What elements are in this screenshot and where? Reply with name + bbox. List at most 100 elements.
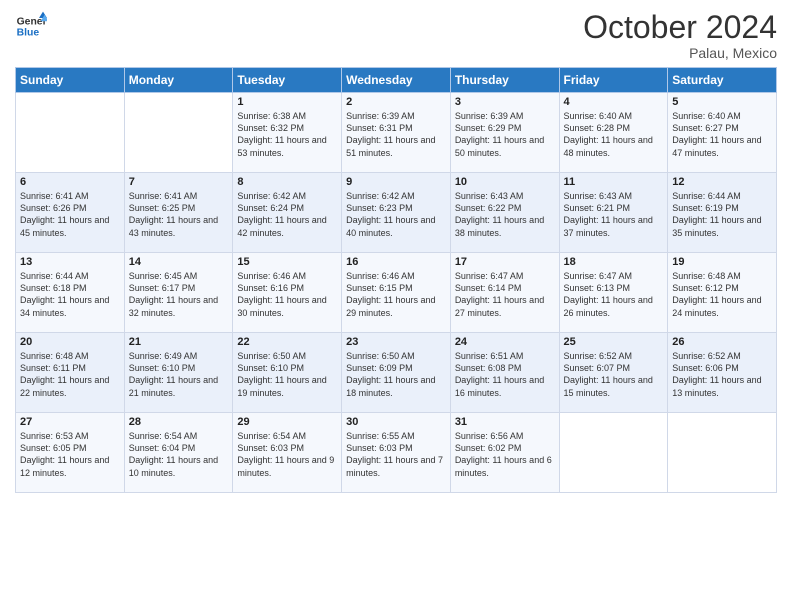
calendar-cell: 9 Sunrise: 6:42 AM Sunset: 6:23 PM Daylig… (342, 173, 451, 253)
calendar-cell: 13 Sunrise: 6:44 AM Sunset: 6:18 PM Dayli… (16, 253, 125, 333)
calendar-cell: 31 Sunrise: 6:56 AM Sunset: 6:02 PM Dayli… (450, 413, 559, 493)
cell-info: Sunrise: 6:48 AM Sunset: 6:11 PM Dayligh… (20, 350, 120, 399)
month-title: October 2024 (583, 10, 777, 45)
day-number: 27 (20, 416, 120, 428)
calendar-cell: 30 Sunrise: 6:55 AM Sunset: 6:03 PM Dayli… (342, 413, 451, 493)
cell-info: Sunrise: 6:43 AM Sunset: 6:21 PM Dayligh… (564, 190, 664, 239)
day-number: 13 (20, 256, 120, 268)
week-row: 27 Sunrise: 6:53 AM Sunset: 6:05 PM Dayli… (16, 413, 777, 493)
cell-info: Sunrise: 6:52 AM Sunset: 6:06 PM Dayligh… (672, 350, 772, 399)
cell-info: Sunrise: 6:38 AM Sunset: 6:32 PM Dayligh… (237, 110, 337, 159)
day-header-wednesday: Wednesday (342, 68, 451, 93)
calendar-cell: 19Sunrise: 6:48 AM Sunset: 6:12 PM Dayli… (668, 253, 777, 333)
header-row: SundayMondayTuesdayWednesdayThursdayFrid… (16, 68, 777, 93)
day-number: 26 (672, 336, 772, 348)
day-number: 23 (346, 336, 446, 348)
week-row: 20 Sunrise: 6:48 AM Sunset: 6:11 PM Dayli… (16, 333, 777, 413)
calendar-cell: 14Sunrise: 6:45 AM Sunset: 6:17 PM Dayli… (124, 253, 233, 333)
cell-info: Sunrise: 6:54 AM Sunset: 6:03 PM Dayligh… (237, 430, 337, 479)
day-number: 2 (346, 96, 446, 108)
cell-info: Sunrise: 6:44 AM Sunset: 6:19 PM Dayligh… (672, 190, 772, 239)
day-header-sunday: Sunday (16, 68, 125, 93)
logo-icon: General Blue (15, 10, 47, 42)
cell-info: Sunrise: 6:54 AM Sunset: 6:04 PM Dayligh… (129, 430, 229, 479)
day-header-tuesday: Tuesday (233, 68, 342, 93)
day-number: 7 (129, 176, 229, 188)
calendar-cell: 24Sunrise: 6:51 AM Sunset: 6:08 PM Dayli… (450, 333, 559, 413)
svg-text:Blue: Blue (17, 28, 40, 39)
day-number: 31 (455, 416, 555, 428)
calendar-cell: 22 Sunrise: 6:50 AM Sunset: 6:10 PM Dayli… (233, 333, 342, 413)
calendar-cell: 10 Sunrise: 6:43 AM Sunset: 6:22 PM Dayli… (450, 173, 559, 253)
cell-info: Sunrise: 6:48 AM Sunset: 6:12 PM Dayligh… (672, 270, 772, 319)
header: General Blue October 2024 Palau, Mexico (15, 10, 777, 61)
day-number: 15 (237, 256, 337, 268)
day-number: 11 (564, 176, 664, 188)
day-number: 25 (564, 336, 664, 348)
calendar-cell (559, 413, 668, 493)
cell-info: Sunrise: 6:39 AM Sunset: 6:29 PM Dayligh… (455, 110, 555, 159)
calendar-cell: 1 Sunrise: 6:38 AM Sunset: 6:32 PM Daylig… (233, 93, 342, 173)
logo: General Blue (15, 10, 47, 42)
cell-info: Sunrise: 6:40 AM Sunset: 6:28 PM Dayligh… (564, 110, 664, 159)
day-number: 10 (455, 176, 555, 188)
calendar-cell: 11 Sunrise: 6:43 AM Sunset: 6:21 PM Dayli… (559, 173, 668, 253)
calendar-cell: 7Sunrise: 6:41 AM Sunset: 6:25 PM Daylig… (124, 173, 233, 253)
day-header-friday: Friday (559, 68, 668, 93)
cell-info: Sunrise: 6:56 AM Sunset: 6:02 PM Dayligh… (455, 430, 555, 479)
cell-info: Sunrise: 6:47 AM Sunset: 6:13 PM Dayligh… (564, 270, 664, 319)
day-number: 3 (455, 96, 555, 108)
calendar-cell (16, 93, 125, 173)
day-number: 18 (564, 256, 664, 268)
cell-info: Sunrise: 6:55 AM Sunset: 6:03 PM Dayligh… (346, 430, 446, 479)
calendar-cell: 23Sunrise: 6:50 AM Sunset: 6:09 PM Dayli… (342, 333, 451, 413)
cell-info: Sunrise: 6:52 AM Sunset: 6:07 PM Dayligh… (564, 350, 664, 399)
calendar-cell: 21Sunrise: 6:49 AM Sunset: 6:10 PM Dayli… (124, 333, 233, 413)
day-header-monday: Monday (124, 68, 233, 93)
cell-info: Sunrise: 6:46 AM Sunset: 6:15 PM Dayligh… (346, 270, 446, 319)
day-number: 29 (237, 416, 337, 428)
calendar-cell: 28 Sunrise: 6:54 AM Sunset: 6:04 PM Dayli… (124, 413, 233, 493)
calendar-cell: 16Sunrise: 6:46 AM Sunset: 6:15 PM Dayli… (342, 253, 451, 333)
calendar-cell: 5Sunrise: 6:40 AM Sunset: 6:27 PM Daylig… (668, 93, 777, 173)
day-number: 22 (237, 336, 337, 348)
cell-info: Sunrise: 6:39 AM Sunset: 6:31 PM Dayligh… (346, 110, 446, 159)
day-number: 5 (672, 96, 772, 108)
cell-info: Sunrise: 6:50 AM Sunset: 6:10 PM Dayligh… (237, 350, 337, 399)
day-number: 20 (20, 336, 120, 348)
cell-info: Sunrise: 6:43 AM Sunset: 6:22 PM Dayligh… (455, 190, 555, 239)
calendar-cell: 18 Sunrise: 6:47 AM Sunset: 6:13 PM Dayli… (559, 253, 668, 333)
cell-info: Sunrise: 6:42 AM Sunset: 6:23 PM Dayligh… (346, 190, 446, 239)
calendar-cell: 6Sunrise: 6:41 AM Sunset: 6:26 PM Daylig… (16, 173, 125, 253)
subtitle: Palau, Mexico (583, 45, 777, 61)
cell-info: Sunrise: 6:46 AM Sunset: 6:16 PM Dayligh… (237, 270, 337, 319)
cell-info: Sunrise: 6:53 AM Sunset: 6:05 PM Dayligh… (20, 430, 120, 479)
day-number: 12 (672, 176, 772, 188)
day-number: 9 (346, 176, 446, 188)
day-number: 6 (20, 176, 120, 188)
calendar-cell: 2 Sunrise: 6:39 AM Sunset: 6:31 PM Daylig… (342, 93, 451, 173)
calendar-cell: 27 Sunrise: 6:53 AM Sunset: 6:05 PM Dayli… (16, 413, 125, 493)
day-number: 30 (346, 416, 446, 428)
day-header-saturday: Saturday (668, 68, 777, 93)
calendar-cell (668, 413, 777, 493)
cell-info: Sunrise: 6:51 AM Sunset: 6:08 PM Dayligh… (455, 350, 555, 399)
calendar-cell: 26 Sunrise: 6:52 AM Sunset: 6:06 PM Dayli… (668, 333, 777, 413)
cell-info: Sunrise: 6:44 AM Sunset: 6:18 PM Dayligh… (20, 270, 120, 319)
page: General Blue October 2024 Palau, Mexico … (0, 0, 792, 612)
calendar-table: SundayMondayTuesdayWednesdayThursdayFrid… (15, 67, 777, 493)
day-number: 4 (564, 96, 664, 108)
day-number: 8 (237, 176, 337, 188)
day-number: 28 (129, 416, 229, 428)
calendar-cell: 25 Sunrise: 6:52 AM Sunset: 6:07 PM Dayli… (559, 333, 668, 413)
calendar-cell: 29 Sunrise: 6:54 AM Sunset: 6:03 PM Dayli… (233, 413, 342, 493)
calendar-cell: 4 Sunrise: 6:40 AM Sunset: 6:28 PM Daylig… (559, 93, 668, 173)
calendar-cell: 17 Sunrise: 6:47 AM Sunset: 6:14 PM Dayli… (450, 253, 559, 333)
calendar-cell: 12 Sunrise: 6:44 AM Sunset: 6:19 PM Dayli… (668, 173, 777, 253)
day-header-thursday: Thursday (450, 68, 559, 93)
day-number: 1 (237, 96, 337, 108)
day-number: 17 (455, 256, 555, 268)
cell-info: Sunrise: 6:47 AM Sunset: 6:14 PM Dayligh… (455, 270, 555, 319)
week-row: 6Sunrise: 6:41 AM Sunset: 6:26 PM Daylig… (16, 173, 777, 253)
cell-info: Sunrise: 6:45 AM Sunset: 6:17 PM Dayligh… (129, 270, 229, 319)
